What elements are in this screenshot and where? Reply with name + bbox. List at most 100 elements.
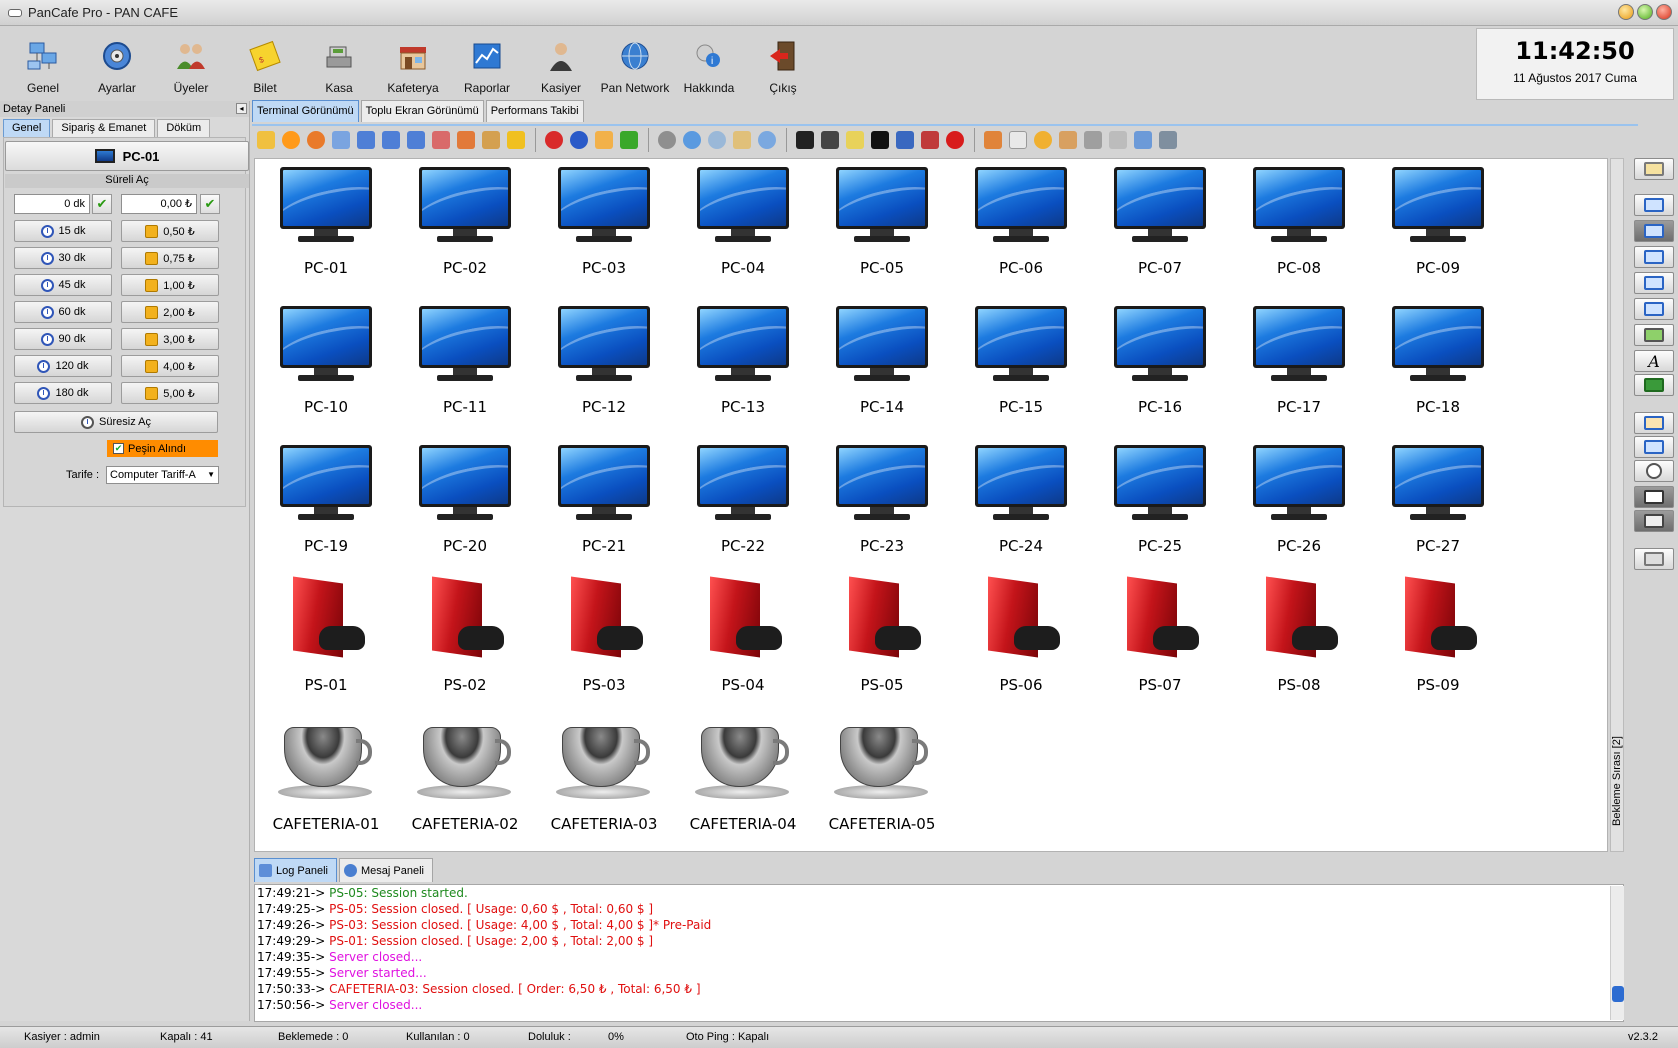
money-button-100[interactable]: 1,00 ₺: [121, 274, 219, 296]
pc-terminal[interactable]: PC-11: [400, 296, 530, 426]
edit-button[interactable]: [254, 128, 278, 152]
pc-terminal[interactable]: PC-09: [1373, 157, 1503, 287]
wake-on-lan-button[interactable]: [617, 128, 641, 152]
remote-desktop-button[interactable]: [1131, 128, 1155, 152]
message-button[interactable]: [730, 128, 754, 152]
tab-terminal-view[interactable]: Terminal Görünümü: [252, 100, 359, 122]
tab-performance[interactable]: Performans Takibi: [485, 100, 584, 122]
money-button-400[interactable]: 4,00 ₺: [121, 355, 219, 377]
delete-session-button[interactable]: [429, 128, 453, 152]
pc-terminal[interactable]: PC-08: [1234, 157, 1364, 287]
ps-terminal[interactable]: PS-06: [956, 574, 1086, 704]
tariff-select[interactable]: Computer Tariff-A ▼: [106, 466, 219, 484]
background-button[interactable]: [1634, 324, 1674, 346]
pc-terminal[interactable]: PC-04: [678, 157, 808, 287]
toolbar-kasiyer-button[interactable]: Kasiyer: [524, 27, 598, 99]
pc-terminal[interactable]: PC-27: [1373, 435, 1503, 565]
collapse-panel-button[interactable]: ◂: [236, 103, 247, 114]
font-button[interactable]: A: [1634, 350, 1674, 372]
selected-terminal-button[interactable]: PC-01: [5, 141, 249, 171]
document-button[interactable]: [1006, 128, 1030, 152]
maximize-button[interactable]: [1637, 4, 1653, 20]
lock-button[interactable]: [893, 128, 917, 152]
cafeteria-terminal[interactable]: CAFETERIA-02: [400, 713, 530, 843]
ps-terminal[interactable]: PS-01: [261, 574, 391, 704]
pc-terminal[interactable]: PC-26: [1234, 435, 1364, 565]
money-button-050[interactable]: 0,50 ₺: [121, 220, 219, 242]
windows-button[interactable]: [981, 128, 1005, 152]
pc-terminal[interactable]: PC-15: [956, 296, 1086, 426]
time-button-30[interactable]: 30 dk: [14, 247, 112, 269]
toolbar-kafeterya-button[interactable]: Kafeterya: [376, 27, 450, 99]
stop-button[interactable]: [404, 128, 428, 152]
ps-terminal[interactable]: PS-09: [1373, 574, 1503, 704]
tab-bulk-screen-view[interactable]: Toplu Ekran Görünümü: [360, 100, 484, 122]
log-scrollbar-thumb[interactable]: [1612, 986, 1624, 1002]
toolbar-raporlar-button[interactable]: Raporlar: [450, 27, 524, 99]
money-button-300[interactable]: 3,00 ₺: [121, 328, 219, 350]
money-button-200[interactable]: 2,00 ₺: [121, 301, 219, 323]
time-button-90[interactable]: 90 dk: [14, 328, 112, 350]
minimize-button[interactable]: [1618, 4, 1634, 20]
time-button-45[interactable]: 45 dk: [14, 274, 112, 296]
cafeteria-terminal[interactable]: CAFETERIA-01: [261, 713, 391, 843]
pc-terminal[interactable]: PC-18: [1373, 296, 1503, 426]
unlock-button[interactable]: [918, 128, 942, 152]
pc-terminal[interactable]: PC-01: [261, 157, 391, 287]
calendar-button[interactable]: [1634, 486, 1674, 508]
command-prompt-button[interactable]: [793, 128, 817, 152]
shutdown-button[interactable]: [542, 128, 566, 152]
pc-terminal[interactable]: PC-02: [400, 157, 530, 287]
details-list-button[interactable]: [1634, 436, 1674, 458]
pc-terminal[interactable]: PC-07: [1095, 157, 1225, 287]
flash-button[interactable]: [843, 128, 867, 152]
pc-terminal[interactable]: PC-22: [678, 435, 808, 565]
free-session-button[interactable]: [279, 128, 303, 152]
pc-terminal[interactable]: PC-17: [1234, 296, 1364, 426]
ps-terminal[interactable]: PS-04: [678, 574, 808, 704]
order-button[interactable]: [479, 128, 503, 152]
toolbar-kasa-button[interactable]: Kasa: [302, 27, 376, 99]
monitor-activity-button[interactable]: [1156, 128, 1180, 152]
toolbar-cikis-button[interactable]: Çıkış: [746, 27, 820, 99]
clock-button[interactable]: [1634, 460, 1674, 482]
payment-button[interactable]: [504, 128, 528, 152]
small-icons-button[interactable]: [1634, 246, 1674, 268]
ps-terminal[interactable]: PS-07: [1095, 574, 1225, 704]
toolbar-genel-button[interactable]: Genel: [6, 27, 80, 99]
waiting-queue-tab[interactable]: Bekleme Sırası [2]: [1610, 700, 1624, 830]
resume-button[interactable]: [379, 128, 403, 152]
screenshot-button[interactable]: [655, 128, 679, 152]
pause-button[interactable]: [354, 128, 378, 152]
pc-terminal[interactable]: PC-14: [817, 296, 947, 426]
pc-terminal[interactable]: PC-06: [956, 157, 1086, 287]
internet-explorer-button[interactable]: [680, 128, 704, 152]
time-button-180[interactable]: 180 dk: [14, 382, 112, 404]
toolbar-hakkinda-button[interactable]: i Hakkında: [672, 27, 746, 99]
block-button[interactable]: [943, 128, 967, 152]
ps-terminal[interactable]: PS-03: [539, 574, 669, 704]
pc-terminal[interactable]: PC-24: [956, 435, 1086, 565]
log-button[interactable]: [1634, 510, 1674, 532]
confirm-minutes-button[interactable]: ✔: [92, 194, 112, 214]
member-login-button[interactable]: [329, 128, 353, 152]
toolbar-bilet-button[interactable]: $ Bilet: [228, 27, 302, 99]
pc-terminal[interactable]: PC-03: [539, 157, 669, 287]
pin-button[interactable]: [1634, 548, 1674, 570]
pc-terminal[interactable]: PC-21: [539, 435, 669, 565]
parking-button[interactable]: [868, 128, 892, 152]
large-icons-button[interactable]: [1634, 194, 1674, 216]
pc-terminal[interactable]: PC-20: [400, 435, 530, 565]
minutes-input[interactable]: 0 dk: [14, 194, 90, 214]
time-button-15[interactable]: 15 dk: [14, 220, 112, 242]
tab-siparis-emanet[interactable]: Sipariş & Emanet: [52, 119, 156, 137]
members-button[interactable]: [304, 128, 328, 152]
ps-terminal[interactable]: PS-02: [400, 574, 530, 704]
pc-terminal[interactable]: PC-19: [261, 435, 391, 565]
tab-dokum[interactable]: Döküm: [157, 119, 211, 137]
time-button-120[interactable]: 120 dk: [14, 355, 112, 377]
pc-terminal[interactable]: PC-16: [1095, 296, 1225, 426]
cafeteria-terminal[interactable]: CAFETERIA-05: [817, 713, 947, 843]
toolbar-uyeler-button[interactable]: Üyeler: [154, 27, 228, 99]
keyboard-button[interactable]: [1106, 128, 1130, 152]
